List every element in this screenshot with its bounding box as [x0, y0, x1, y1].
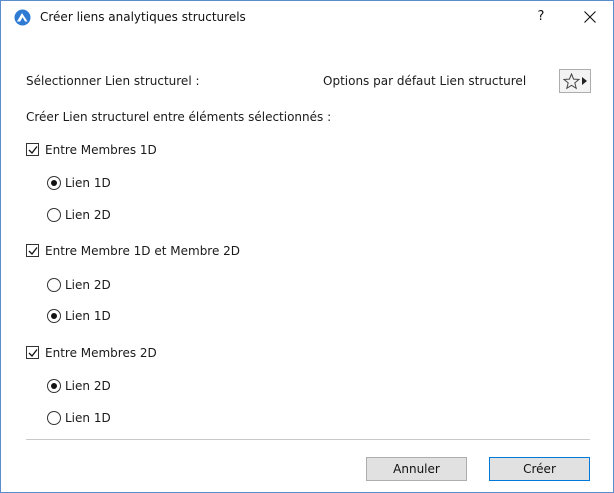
checkmark-icon	[28, 146, 38, 154]
create-button[interactable]: Créer	[489, 457, 590, 481]
divider	[26, 439, 590, 440]
checkbox-box	[26, 143, 39, 156]
checkmark-icon	[28, 247, 38, 255]
radio-label: Lien 1D	[65, 309, 111, 323]
dialog-window: Créer liens analytiques structurels ? Sé…	[0, 0, 614, 493]
radio-label: Lien 1D	[65, 411, 111, 425]
radio-circle	[47, 176, 61, 190]
checkbox-box	[26, 346, 39, 359]
chevron-right-icon	[582, 77, 587, 85]
radio-circle	[47, 278, 61, 292]
window-title: Créer liens analytiques structurels	[40, 10, 246, 24]
help-button[interactable]: ?	[519, 1, 563, 33]
close-icon	[584, 11, 596, 23]
title-bar: Créer liens analytiques structurels ?	[1, 1, 613, 34]
close-button[interactable]	[567, 1, 613, 33]
radio-label: Lien 2D	[65, 379, 111, 393]
checkbox-box	[26, 244, 39, 257]
radio-circle	[47, 411, 61, 425]
cancel-button[interactable]: Annuler	[366, 457, 467, 481]
radio-label: Lien 1D	[65, 176, 111, 190]
checkbox-label: Entre Membres 1D	[45, 143, 157, 157]
default-options-label: Options par défaut Lien structurel	[323, 74, 527, 88]
star-icon	[563, 73, 580, 90]
radio-circle	[47, 309, 61, 323]
radio-circle	[47, 208, 61, 222]
favorites-button[interactable]	[559, 69, 591, 93]
radio-label: Lien 2D	[65, 278, 111, 292]
checkmark-icon	[28, 349, 38, 357]
radio-circle	[47, 379, 61, 393]
app-icon	[14, 9, 31, 26]
radio-label: Lien 2D	[65, 208, 111, 222]
section-label: Créer Lien structurel entre éléments sél…	[26, 110, 332, 124]
checkbox-label: Entre Membre 1D et Membre 2D	[45, 244, 241, 258]
select-structural-link-label: Sélectionner Lien structurel :	[26, 74, 200, 88]
checkbox-label: Entre Membres 2D	[45, 346, 157, 360]
